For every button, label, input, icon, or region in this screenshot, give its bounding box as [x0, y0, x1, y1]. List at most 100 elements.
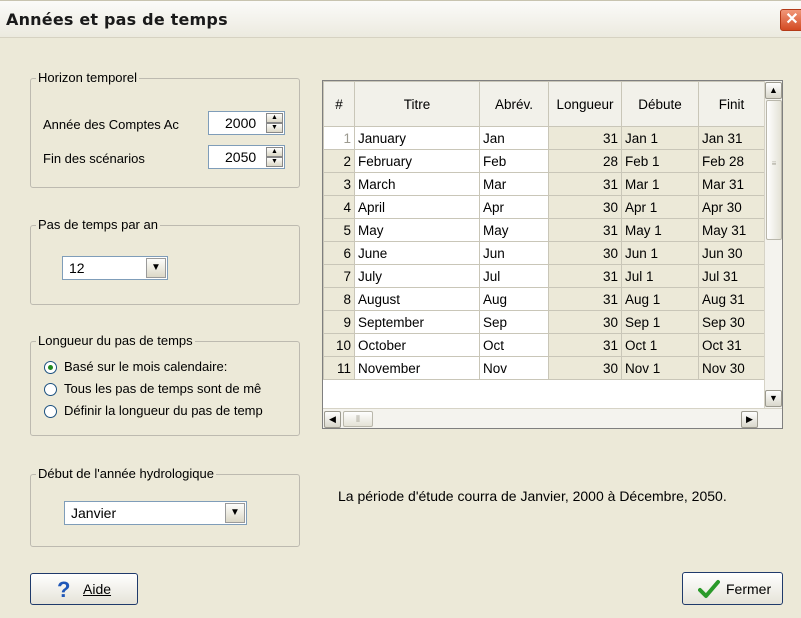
column-header[interactable]: Finit: [698, 81, 765, 127]
cell-start: Mar 1: [621, 172, 699, 196]
chevron-down-icon[interactable]: ▼: [146, 258, 166, 278]
end-label: Fin des scénarios: [43, 151, 145, 166]
cell-end: Oct 31: [698, 333, 765, 357]
cell-title[interactable]: January: [354, 126, 480, 150]
spin-up-icon[interactable]: ▲: [266, 113, 283, 123]
column-header[interactable]: Titre: [354, 81, 480, 127]
column-header[interactable]: Débute: [621, 81, 699, 127]
table-row[interactable]: 4 April Apr 30 Apr 1 Apr 30: [323, 195, 765, 219]
cell-start: Jun 1: [621, 241, 699, 265]
close-button-label: Fermer: [726, 581, 772, 597]
timestep-grid: # Titre Abrév. Longueur Débute Finit 1 J…: [323, 81, 765, 380]
cell-title[interactable]: November: [354, 356, 480, 380]
question-mark-icon: ?: [57, 577, 71, 602]
title-bar[interactable]: Années et pas de temps ✕: [0, 1, 801, 38]
cell-abbrev[interactable]: Aug: [479, 287, 549, 311]
scroll-down-icon[interactable]: ▼: [765, 390, 782, 407]
vertical-scroll-thumb[interactable]: ≡: [766, 100, 782, 240]
table-row[interactable]: 11 November Nov 30 Nov 1 Nov 30: [323, 356, 765, 380]
radio-equal-label[interactable]: Tous les pas de temps sont de mê: [64, 381, 300, 396]
table-row[interactable]: 6 June Jun 30 Jun 1 Jun 30: [323, 241, 765, 265]
cell-title[interactable]: August: [354, 287, 480, 311]
cell-end: Jul 31: [698, 264, 765, 288]
vertical-scrollbar[interactable]: ▲ ≡ ▼: [764, 81, 782, 408]
cell-end: Aug 31: [698, 287, 765, 311]
row-number: 4: [323, 195, 355, 219]
table-row[interactable]: 1 January Jan 31 Jan 1 Jan 31: [323, 126, 765, 150]
radio-custom-label[interactable]: Définir la longueur du pas de temp: [64, 403, 300, 418]
cell-abbrev[interactable]: Sep: [479, 310, 549, 334]
spin-down-icon[interactable]: ▼: [266, 157, 283, 167]
cell-title[interactable]: September: [354, 310, 480, 334]
cell-start: Sep 1: [621, 310, 699, 334]
horizon-legend: Horizon temporel: [36, 70, 139, 85]
cell-title[interactable]: March: [354, 172, 480, 196]
table-row[interactable]: 3 March Mar 31 Mar 1 Mar 31: [323, 172, 765, 196]
row-number: 10: [323, 333, 355, 357]
cell-end: May 31: [698, 218, 765, 242]
table-row[interactable]: 8 August Aug 31 Aug 1 Aug 31: [323, 287, 765, 311]
cell-abbrev[interactable]: Jul: [479, 264, 549, 288]
cell-abbrev[interactable]: May: [479, 218, 549, 242]
help-button[interactable]: ? Aide: [30, 573, 138, 605]
hydro-year-select[interactable]: Janvier ▼: [64, 501, 247, 525]
column-header[interactable]: Abrév.: [479, 81, 549, 127]
end-year-stepper[interactable]: 2050 ▲ ▼: [208, 145, 285, 169]
cell-start: Jan 1: [621, 126, 699, 150]
cell-start: Feb 1: [621, 149, 699, 173]
horizontal-scroll-thumb[interactable]: ⦀: [343, 411, 373, 427]
column-header[interactable]: Longueur: [548, 81, 622, 127]
table-row[interactable]: 5 May May 31 May 1 May 31: [323, 218, 765, 242]
close-button[interactable]: Fermer: [682, 572, 783, 605]
cell-title[interactable]: February: [354, 149, 480, 173]
cell-abbrev[interactable]: Apr: [479, 195, 549, 219]
help-button-label: Aide: [83, 581, 112, 597]
row-number: 7: [323, 264, 355, 288]
cell-abbrev[interactable]: Jan: [479, 126, 549, 150]
cell-title[interactable]: October: [354, 333, 480, 357]
account-year-stepper[interactable]: 2000 ▲ ▼: [208, 111, 285, 135]
cell-end: Apr 30: [698, 195, 765, 219]
radio-calendar-label[interactable]: Basé sur le mois calendaire:: [64, 359, 300, 374]
table-header-row: # Titre Abrév. Longueur Débute Finit: [323, 81, 765, 127]
radio-calendar-month[interactable]: [44, 361, 57, 374]
scroll-right-icon[interactable]: ▶: [741, 411, 758, 428]
cell-end: Jan 31: [698, 126, 765, 150]
radio-custom-length[interactable]: [44, 405, 57, 418]
row-number: 9: [323, 310, 355, 334]
account-year-value[interactable]: 2000: [225, 115, 256, 131]
cell-end: Mar 31: [698, 172, 765, 196]
column-header[interactable]: #: [323, 81, 355, 127]
scroll-left-icon[interactable]: ◀: [324, 411, 341, 428]
radio-equal-steps[interactable]: [44, 383, 57, 396]
cell-abbrev[interactable]: Nov: [479, 356, 549, 380]
cell-title[interactable]: June: [354, 241, 480, 265]
step-length-legend: Longueur du pas de temps: [36, 333, 195, 348]
cell-title[interactable]: May: [354, 218, 480, 242]
horizontal-scrollbar[interactable]: ◀ ⦀ ▶: [323, 408, 782, 428]
cell-abbrev[interactable]: Mar: [479, 172, 549, 196]
hydro-year-value: Janvier: [71, 505, 117, 521]
close-icon[interactable]: ✕: [780, 9, 801, 31]
table-row[interactable]: 7 July Jul 31 Jul 1 Jul 31: [323, 264, 765, 288]
row-number: 3: [323, 172, 355, 196]
scroll-up-icon[interactable]: ▲: [765, 82, 782, 99]
cell-start: Apr 1: [621, 195, 699, 219]
chevron-down-icon[interactable]: ▼: [225, 503, 245, 523]
spin-down-icon[interactable]: ▼: [266, 123, 283, 133]
cell-title[interactable]: July: [354, 264, 480, 288]
table-row[interactable]: 10 October Oct 31 Oct 1 Oct 31: [323, 333, 765, 357]
cell-length: 31: [548, 333, 622, 357]
cell-end: Feb 28: [698, 149, 765, 173]
cell-abbrev[interactable]: Oct: [479, 333, 549, 357]
table-row[interactable]: 9 September Sep 30 Sep 1 Sep 30: [323, 310, 765, 334]
cell-abbrev[interactable]: Jun: [479, 241, 549, 265]
spin-up-icon[interactable]: ▲: [266, 147, 283, 157]
table-row[interactable]: 2 February Feb 28 Feb 1 Feb 28: [323, 149, 765, 173]
cell-title[interactable]: April: [354, 195, 480, 219]
end-year-value[interactable]: 2050: [225, 149, 256, 165]
timesteps-select[interactable]: 12 ▼: [62, 256, 168, 280]
cell-abbrev[interactable]: Feb: [479, 149, 549, 173]
cell-end: Nov 30: [698, 356, 765, 380]
timestep-table[interactable]: # Titre Abrév. Longueur Débute Finit 1 J…: [322, 80, 783, 429]
